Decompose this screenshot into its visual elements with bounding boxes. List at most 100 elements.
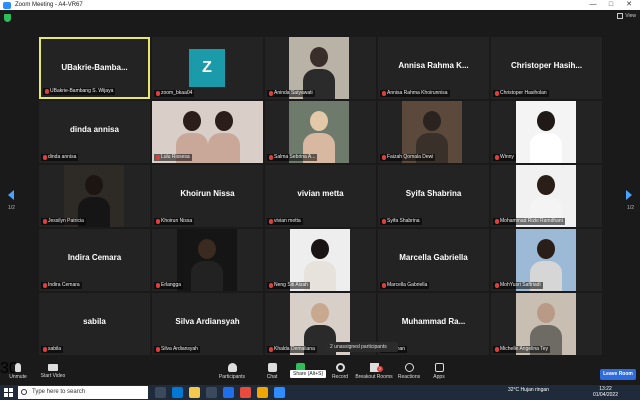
zoom-app-icon <box>3 1 11 9</box>
participant-display-name: Christoper Hasih... <box>510 61 583 70</box>
participant-name: UBakrie-Bambang S. Wijaya <box>50 88 114 94</box>
participant-name: Michelle Angelina Tey <box>500 346 548 352</box>
apps-button[interactable]: Apps <box>419 363 459 380</box>
participant-display-name: Syifa Shabrina <box>405 189 462 198</box>
breakout-rooms-button[interactable]: Breakout Rooms <box>354 363 394 380</box>
taskbar-search-input[interactable]: Type here to search <box>18 386 148 399</box>
participant-name: zoom_bkaa04 <box>161 90 193 96</box>
participant-tile[interactable]: UBakrie-Bamba... UBakrie-Bambang S. Wijay… <box>39 37 150 99</box>
next-page-arrow-icon[interactable] <box>626 190 632 200</box>
participant-tile[interactable]: Marcella Gabriella Marcella Gabriella <box>378 229 489 291</box>
participant-name-label: UBakrie-Bambang S. Wijaya <box>43 88 116 95</box>
prev-page-arrow-icon[interactable] <box>8 190 14 200</box>
chrome-icon[interactable] <box>240 387 251 398</box>
microphone-icon <box>15 363 21 372</box>
unassigned-participants-popup[interactable]: 2 unassigned participants <box>326 342 398 352</box>
participant-name-label: Salma Sebrina A... <box>267 154 318 161</box>
participant-name: Jessilyn Patricia <box>48 218 84 224</box>
muted-mic-icon <box>269 155 273 160</box>
file-explorer-icon[interactable] <box>189 387 200 398</box>
muted-mic-icon <box>156 91 160 96</box>
participant-tile[interactable]: Jessilyn Patricia <box>39 165 150 227</box>
zoom-taskbar-icon[interactable] <box>274 387 285 398</box>
participant-name-label: zoom_bkaa04 <box>154 90 195 97</box>
participant-video <box>516 101 576 163</box>
mail-icon[interactable] <box>223 387 234 398</box>
system-clock[interactable]: 13:22 01/04/2022 <box>593 386 618 398</box>
person-head <box>537 239 555 259</box>
start-video-button[interactable]: Start Video <box>33 363 73 379</box>
participant-name-label: Khalda Demaliana <box>267 346 317 353</box>
edge-icon[interactable] <box>172 387 183 398</box>
muted-mic-icon <box>495 347 499 352</box>
muted-mic-icon <box>269 91 273 96</box>
grid-icon <box>617 13 624 19</box>
participants-button[interactable]: Participants <box>212 363 252 380</box>
participant-tile[interactable]: Mohammad Rizki Ramdhani <box>491 165 602 227</box>
close-button[interactable]: ✕ <box>620 0 638 10</box>
participant-name: Annisa Rahma Khoirunnisa <box>387 90 448 96</box>
muted-mic-icon <box>382 283 386 288</box>
participant-tile[interactable]: Zzoom_bkaa04 <box>152 37 263 99</box>
person-head <box>423 111 441 131</box>
participant-name-label: Silva Ardiansyah <box>154 346 200 353</box>
participant-tile[interactable]: Indira Cemara Indira Cemara <box>39 229 150 291</box>
participant-tile[interactable]: Christoper Hasih... Christoper Hasiholan <box>491 37 602 99</box>
view-button[interactable]: View <box>617 13 636 19</box>
participant-tile[interactable]: vivian metta vivian metta <box>265 165 376 227</box>
muted-mic-icon <box>156 283 160 288</box>
weather-status[interactable]: 32°C Hujan ringan <box>508 387 549 393</box>
view-label: View <box>625 13 636 19</box>
participant-tile[interactable]: Erlangga <box>152 229 263 291</box>
participant-name-label: Michelle Angelina Tey <box>493 346 550 353</box>
page-indicator-right: 1/2 <box>627 205 634 211</box>
participant-tile[interactable]: Michelle Angelina Tey <box>491 293 602 355</box>
record-label: Record <box>331 374 349 380</box>
participant-name-label: Neng Siti Aisah <box>267 282 310 289</box>
participant-tile[interactable]: Silva Ardiansyah Silva Ardiansyah <box>152 293 263 355</box>
leave-room-button[interactable]: Leave Room <box>600 369 636 380</box>
participant-tile[interactable]: dinda annisa dinda annisa <box>39 101 150 163</box>
participant-name: Marcella Gabriella <box>387 282 428 288</box>
participant-tile[interactable]: Khoirun Nissa Khoirun Nissa <box>152 165 263 227</box>
windows-start-icon[interactable] <box>4 388 13 397</box>
participant-tile[interactable]: Neng Siti Aisah <box>265 229 376 291</box>
participant-tile[interactable]: Winny <box>491 101 602 163</box>
participant-tile[interactable]: MohYusri Saftriadi <box>491 229 602 291</box>
app-icon[interactable] <box>257 387 268 398</box>
participant-name: Christoper Hasiholan <box>500 90 547 96</box>
person-head <box>198 239 216 259</box>
participant-tile[interactable]: Lulu Rissesa <box>152 101 263 163</box>
participant-tile[interactable]: Aninda Satyawati <box>265 37 376 99</box>
participant-tile[interactable]: Faizah Qomala Dewi <box>378 101 489 163</box>
search-placeholder: Type here to search <box>32 389 86 395</box>
person-head <box>537 111 555 131</box>
minimize-button[interactable]: — <box>584 0 602 10</box>
participant-name: Indira Cemara <box>48 282 80 288</box>
participant-name: vivian metta <box>274 218 301 224</box>
breakout-rooms-label: Breakout Rooms <box>355 374 393 380</box>
unmute-label: Unmute <box>9 374 27 380</box>
person-head <box>537 303 555 323</box>
participant-display-name: Silva Ardiansyah <box>175 317 240 326</box>
participant-name-label: MohYusri Saftriadi <box>493 282 543 289</box>
maximize-button[interactable]: □ <box>602 0 620 10</box>
search-icon <box>21 389 27 395</box>
participant-name: Lulu Rissesa <box>161 154 190 160</box>
participant-name: Winny <box>500 154 514 160</box>
participant-tile[interactable]: Salma Sebrina A... <box>265 101 376 163</box>
store-icon[interactable] <box>206 387 217 398</box>
participant-tile[interactable]: Annisa Rahma K... Annisa Rahma Khoirunnis… <box>378 37 489 99</box>
task-view-icon[interactable] <box>155 387 166 398</box>
participant-tile[interactable]: Syifa Shabrina Syifa Shabrina <box>378 165 489 227</box>
shield-icon[interactable] <box>4 14 11 22</box>
participant-display-name: Muhammad Ra... <box>401 317 466 326</box>
chat-label: Chat <box>266 374 278 380</box>
person-head <box>215 111 233 131</box>
participant-display-name: UBakrie-Bamba... <box>61 63 128 72</box>
apps-icon <box>434 363 444 372</box>
participant-name-label: Faizah Qomala Dewi <box>380 154 436 161</box>
muted-mic-icon <box>495 155 499 160</box>
participant-tile[interactable]: sabila sabila <box>39 293 150 355</box>
participant-name-label: vivian metta <box>267 218 303 225</box>
